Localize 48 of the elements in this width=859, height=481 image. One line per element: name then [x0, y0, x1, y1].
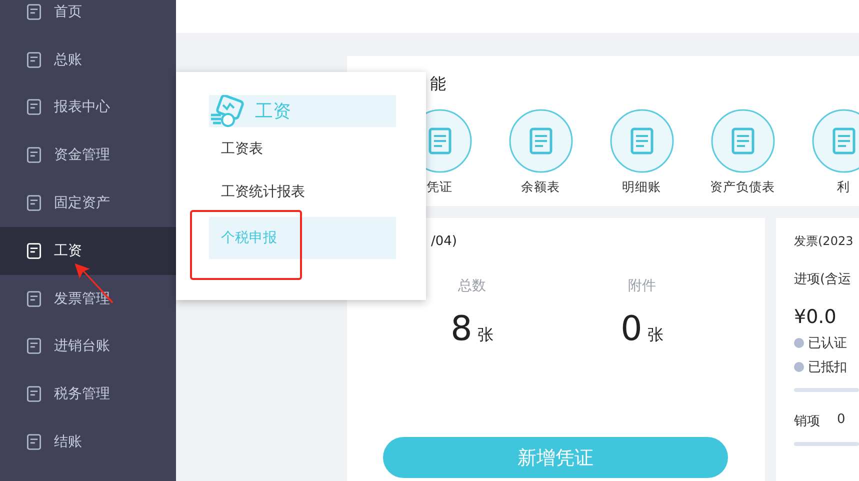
submenu-item[interactable]: 工资表 [209, 128, 396, 170]
menu-item-icon [25, 146, 43, 164]
menu-item-icon [25, 290, 43, 308]
stat-label: 总数 [458, 277, 486, 295]
document-icon [710, 109, 774, 173]
sidebar-item[interactable]: 税务管理 [0, 370, 176, 418]
menu-item-icon [25, 433, 43, 452]
menu-item-icon [25, 50, 43, 69]
sidebar-item[interactable]: 报表中心 [0, 84, 176, 132]
menu-item-icon [25, 194, 43, 212]
menu-item-icon [25, 242, 43, 260]
progress-track [794, 442, 859, 446]
output-value: 0 [837, 412, 846, 429]
status-dot [794, 362, 804, 372]
card-title: 能 [430, 74, 447, 95]
stat-value: 8 张 [450, 309, 494, 349]
menu-item-icon [25, 98, 43, 116]
payslip-icon [209, 95, 245, 127]
document-icon [508, 109, 572, 173]
status-dot [794, 338, 804, 348]
card-title: 发票(2023 [794, 233, 854, 250]
sidebar-item[interactable]: 工资 [0, 226, 176, 275]
document-icon [610, 109, 674, 173]
menu-item-icon [25, 385, 43, 404]
progress-track [794, 388, 859, 392]
submenu-item[interactable]: 工资统计报表 [209, 171, 396, 213]
sidebar-item[interactable]: 总账 [0, 36, 176, 84]
sidebar-item[interactable]: 首页 [0, 0, 176, 36]
stat-value: 0 张 [620, 309, 664, 349]
sidebar-item[interactable]: 结账 [0, 418, 176, 466]
output-label: 销项 [794, 413, 820, 430]
input-label: 进项(含运 [794, 271, 852, 288]
stat-label: 附件 [628, 277, 656, 295]
amount: ¥0.0 [794, 306, 838, 328]
submenu-title: 工资 [255, 100, 291, 123]
card-title: /04) [431, 234, 458, 249]
sidebar-item[interactable]: 固定资产 [0, 179, 176, 227]
menu-item-icon [25, 337, 43, 356]
menu-item-icon [25, 2, 43, 21]
document-icon [812, 109, 859, 173]
shortcut-item[interactable]: 资产负债表 [692, 109, 793, 196]
status-label: 已认证 [808, 335, 847, 352]
status-label: 已抵扣 [808, 359, 847, 376]
sidebar-item[interactable]: 进销台账 [0, 322, 176, 370]
sidebar-item[interactable]: 资金管理 [0, 131, 176, 180]
shortcut-item[interactable]: 余额表 [490, 109, 591, 196]
shortcut-item[interactable]: 明细账 [591, 109, 692, 196]
shortcut-item[interactable]: 利 [793, 109, 859, 196]
